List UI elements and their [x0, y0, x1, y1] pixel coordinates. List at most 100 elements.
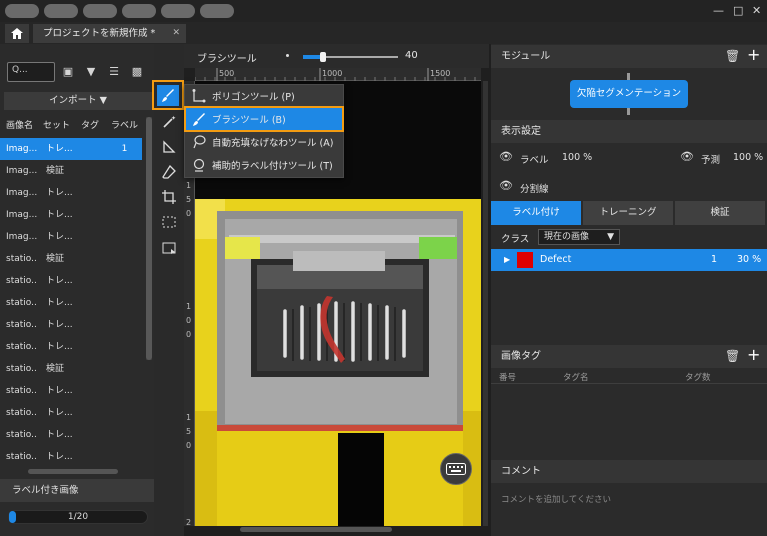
trash-icon[interactable]: 🗑 [725, 349, 740, 363]
row-label [107, 446, 142, 468]
table-row[interactable]: statio... トレ... [0, 402, 142, 424]
image-table-body: Imag... トレ... 1 Imag... 検証 Imag... トレ... Imag..… [0, 138, 142, 468]
class-filter-select[interactable]: 現在の画像 ▼ [538, 229, 620, 245]
region-image-tool[interactable] [159, 238, 179, 258]
list-view-icon[interactable]: ☰ [106, 65, 122, 79]
canvas-horizontal-scrollbar[interactable] [240, 527, 392, 532]
row-set: トレ... [46, 342, 73, 352]
labeled-progress-text: 1/20 [67, 512, 89, 522]
brush-size-slider-handle[interactable] [320, 52, 326, 62]
defect-segmentation-module[interactable]: 欠陥セグメンテーション [570, 80, 688, 108]
row-set: トレ... [46, 210, 73, 220]
lasso-icon [193, 135, 206, 149]
magic-wand-icon: ✦ [163, 115, 176, 128]
table-row[interactable]: statio... トレ... [0, 336, 142, 358]
table-row[interactable]: statio... トレ... [0, 424, 142, 446]
menu-pill-4[interactable] [122, 4, 156, 18]
row-set: トレ... [46, 188, 73, 198]
table-row[interactable]: Imag... 検証 [0, 160, 142, 182]
home-tab[interactable] [5, 24, 29, 43]
table-row[interactable]: statio... トレ... [0, 446, 142, 468]
table-row[interactable]: statio... トレ... [0, 314, 142, 336]
select-region-tool[interactable] [159, 212, 179, 232]
menu-item-assist-tool[interactable]: 補助的ラベル付けツール (T) [186, 154, 342, 176]
table-row[interactable]: statio... トレ... [0, 270, 142, 292]
image-filter-icon[interactable]: ▣ [60, 65, 76, 79]
table-row[interactable]: Imag... トレ... [0, 204, 142, 226]
comment-placeholder: コメントを追加してください [501, 495, 611, 505]
tab-labeling[interactable]: ラベル付け [491, 201, 583, 225]
tab-training[interactable]: トレーニング [583, 201, 675, 225]
search-input[interactable]: Q... [7, 62, 55, 82]
table-row[interactable]: Imag... トレ... [0, 182, 142, 204]
expand-arrow-icon[interactable]: ▶ [504, 249, 510, 271]
table-row[interactable]: statio... トレ... [0, 380, 142, 402]
ruler-mark-1500: 1500 [430, 69, 451, 78]
menu-item-brush-tool[interactable]: ブラシツール (B) [186, 108, 342, 130]
eye-icon[interactable]: 👁 [499, 150, 513, 163]
keyboard-shortcuts-button[interactable] [440, 453, 472, 485]
row-label: 1 [121, 144, 128, 154]
row-tag [75, 380, 107, 402]
row-tag [75, 226, 107, 248]
table-row[interactable]: Imag... トレ... [0, 226, 142, 248]
import-button[interactable]: インポート ▼ [4, 92, 152, 110]
menu-pill-5[interactable] [161, 4, 195, 18]
menu-pill-2[interactable] [44, 4, 78, 18]
camera-icon[interactable]: ▩ [129, 65, 145, 79]
row-image-name: Imag... [6, 188, 37, 198]
eraser-tool[interactable] [159, 162, 179, 182]
table-row[interactable]: statio... トレ... [0, 292, 142, 314]
image-tag-title: 画像タグ [501, 351, 541, 362]
minimize-icon[interactable]: — [713, 4, 724, 17]
column-header-tag[interactable]: タグ [75, 117, 107, 135]
brush-size-value: 40 [405, 50, 418, 61]
table-row[interactable]: statio... 検証 [0, 248, 142, 270]
maximize-icon[interactable]: □ [733, 4, 743, 17]
row-tag [75, 138, 107, 160]
class-color-swatch[interactable] [517, 252, 533, 268]
filter-icon[interactable]: ▼ [83, 65, 99, 79]
table-row[interactable]: statio... 検証 [0, 358, 142, 380]
menu-item-lasso-tool[interactable]: 自動充填なげなわツール (A) [186, 131, 342, 153]
close-icon[interactable]: ✕ [752, 4, 761, 17]
menu-pill-1[interactable] [5, 4, 39, 18]
column-header-label[interactable]: ラベル [107, 117, 142, 135]
document-tab[interactable]: プロジェクトを新規作成 * ✕ [33, 24, 186, 43]
row-set: トレ... [46, 144, 73, 154]
crop-tool[interactable] [159, 187, 179, 207]
list-horizontal-scrollbar[interactable] [28, 469, 118, 474]
menu-item-polygon-tool[interactable]: ポリゴンツール (P) [186, 85, 342, 107]
column-header-set[interactable]: セット [37, 117, 75, 135]
comment-input[interactable]: コメントを追加してください [491, 483, 767, 536]
chevron-down-icon: ▼ [607, 232, 614, 242]
row-tag [75, 402, 107, 424]
add-module-icon[interactable]: + [747, 45, 760, 64]
row-image-name: Imag... [6, 210, 37, 220]
eye-icon[interactable]: 👁 [680, 150, 694, 163]
column-header-name[interactable]: 画像名 [0, 117, 37, 135]
menu-pill-6[interactable] [200, 4, 234, 18]
image-table-header: 画像名 セット タグ ラベル [0, 117, 142, 135]
row-tag [75, 314, 107, 336]
row-image-name: statio... [6, 386, 37, 396]
vruler-mark: 5 [186, 427, 192, 436]
vruler-mark: 2 [186, 518, 192, 527]
eye-icon[interactable]: 👁 [499, 179, 513, 192]
row-tag [75, 446, 107, 468]
vruler-mark: 0 [186, 209, 192, 218]
row-tag [75, 204, 107, 226]
magic-wand-tool[interactable]: ✦ [159, 112, 179, 132]
add-tag-icon[interactable]: + [747, 345, 760, 364]
table-row[interactable]: Imag... トレ... 1 [0, 138, 142, 160]
dashed-rect-icon [162, 216, 176, 228]
canvas-vertical-scrollbar[interactable] [483, 81, 488, 526]
brush-tool-button[interactable] [157, 85, 179, 106]
polygon-tool[interactable] [159, 137, 179, 157]
tab-validation[interactable]: 検証 [675, 201, 767, 225]
list-scrollbar[interactable] [146, 117, 152, 360]
trash-icon[interactable]: 🗑 [725, 49, 740, 63]
menu-pill-3[interactable] [83, 4, 117, 18]
label-visibility-label: ラベル [520, 155, 549, 166]
tab-close-icon[interactable]: ✕ [172, 24, 180, 43]
